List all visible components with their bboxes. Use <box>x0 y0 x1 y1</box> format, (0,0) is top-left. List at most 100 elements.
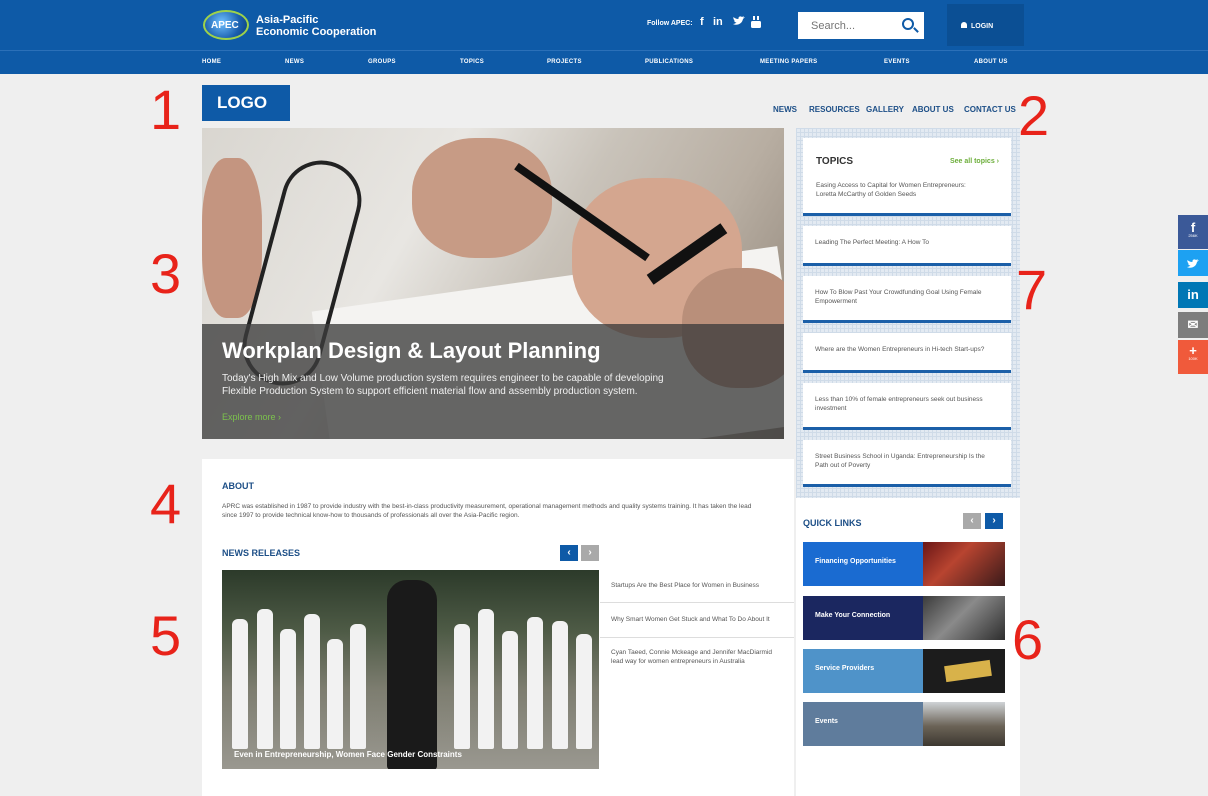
twitter-icon[interactable] <box>733 16 745 29</box>
photo-person <box>280 629 296 749</box>
quick-link-events[interactable]: Events <box>803 702 1005 746</box>
photo-person <box>576 634 592 749</box>
apec-logo[interactable]: APEC <box>203 10 249 40</box>
user-icon <box>961 22 967 28</box>
nav-groups[interactable]: GROUPS <box>368 59 396 65</box>
nav-meeting-papers[interactable]: MEETING PAPERS <box>760 59 817 65</box>
share-more-button[interactable]: + 100K <box>1178 340 1208 374</box>
share-linkedin-button[interactable]: in <box>1178 282 1208 308</box>
quick-link-connection[interactable]: Make Your Connection <box>803 596 1005 640</box>
share-email-button[interactable]: ✉ <box>1178 312 1208 338</box>
news-item[interactable]: Startups Are the Best Place for Women in… <box>611 581 786 590</box>
photo-person <box>552 621 568 749</box>
topic-item-label: Where are the Women Entrepreneurs in Hi-… <box>815 346 985 353</box>
quick-links-title: QUICK LINKS <box>803 518 862 528</box>
main-nav: HOME NEWS GROUPS TOPICS PROJECTS PUBLICA… <box>0 50 1208 74</box>
youtube-icon[interactable] <box>751 16 761 31</box>
subnav-gallery[interactable]: GALLERY <box>866 105 904 114</box>
hero-banner[interactable]: Workplan Design & Layout Planning Today'… <box>202 128 784 439</box>
twitter-icon <box>1187 259 1199 268</box>
quick-link-image <box>923 542 1005 586</box>
topic-item[interactable]: How To Blow Past Your Crowdfunding Goal … <box>803 276 1011 323</box>
topic-item-label: Leading The Perfect Meeting: A How To <box>815 239 929 246</box>
topic-item-label: How To Blow Past Your Crowdfunding Goal … <box>815 289 982 305</box>
hero-image-hand <box>412 138 552 258</box>
annotation-number: 4 <box>150 472 182 535</box>
org-name-line2: Economic Cooperation <box>256 26 377 38</box>
nav-home[interactable]: HOME <box>202 59 221 65</box>
photo-person <box>327 639 343 749</box>
photo-person <box>454 624 470 749</box>
login-label: LOGIN <box>971 23 994 30</box>
hero-title: Workplan Design & Layout Planning <box>222 338 601 363</box>
annotation-number: 6 <box>1012 608 1044 671</box>
photo-person <box>527 617 543 749</box>
news-item[interactable]: Cyan Taeed, Connie Mckeage and Jennifer … <box>611 648 786 666</box>
follow-label: Follow APEC: <box>647 20 693 27</box>
topic-item[interactable]: Easing Access to Capital for Women Entre… <box>816 181 976 199</box>
nav-topics[interactable]: TOPICS <box>460 59 484 65</box>
search-input[interactable] <box>798 12 898 39</box>
news-image-caption: Even in Entrepreneurship, Women Face Gen… <box>234 750 462 759</box>
share-twitter-button[interactable] <box>1178 250 1208 276</box>
quick-link-image <box>923 596 1005 640</box>
news-next-button[interactable]: › <box>581 545 599 561</box>
linkedin-icon[interactable]: in <box>713 16 723 28</box>
hero-image-hand <box>202 158 262 318</box>
search-box[interactable] <box>798 12 924 39</box>
topic-item-label: Less than 10% of female entrepreneurs se… <box>815 396 983 412</box>
apec-logo-text: APEC <box>211 20 239 31</box>
news-item[interactable]: Why Smart Women Get Stuck and What To Do… <box>611 615 786 624</box>
quick-link-image <box>923 649 1005 693</box>
photo-person <box>232 619 248 749</box>
quick-link-label: Service Providers <box>803 649 923 693</box>
quick-link-service-providers[interactable]: Service Providers <box>803 649 1005 693</box>
topics-card: TOPICS See all topics › Easing Access to… <box>803 138 1011 216</box>
topic-item[interactable]: Leading The Perfect Meeting: A How To <box>803 226 1011 266</box>
annotation-number: 5 <box>150 604 182 667</box>
search-icon[interactable] <box>902 18 914 30</box>
topic-item[interactable]: Less than 10% of female entrepreneurs se… <box>803 383 1011 430</box>
email-icon: ✉ <box>1187 317 1199 332</box>
quick-links-prev-button[interactable]: ‹ <box>963 513 981 529</box>
nav-events[interactable]: EVENTS <box>884 59 910 65</box>
facebook-icon[interactable]: f <box>700 16 704 28</box>
quick-link-financing[interactable]: Financing Opportunities <box>803 542 1005 586</box>
linkedin-icon: in <box>1187 287 1199 302</box>
annotation-number: 2 <box>1018 84 1050 147</box>
hero-text: Today's High Mix and Low Volume producti… <box>222 373 664 397</box>
see-all-topics-link[interactable]: See all topics › <box>950 158 999 165</box>
site-logo[interactable]: LOGO <box>202 85 290 121</box>
subnav-contact-us[interactable]: CONTACT US <box>964 105 1016 114</box>
subnav-resources[interactable]: RESOURCES <box>809 105 860 114</box>
nav-news[interactable]: NEWS <box>285 59 304 65</box>
nav-publications[interactable]: PUBLICATIONS <box>645 59 693 65</box>
topic-item[interactable]: Street Business School in Uganda: Entrep… <box>803 440 1011 487</box>
news-feature-image[interactable]: Even in Entrepreneurship, Women Face Gen… <box>222 570 599 769</box>
topic-item-label: Street Business School in Uganda: Entrep… <box>815 453 985 469</box>
annotation-number: 1 <box>150 78 182 141</box>
quick-link-label: Make Your Connection <box>803 596 923 640</box>
nav-projects[interactable]: PROJECTS <box>547 59 582 65</box>
news-prev-button[interactable]: ‹ <box>560 545 578 561</box>
share-count: 256K <box>1188 233 1198 238</box>
subnav-about-us[interactable]: ABOUT US <box>912 105 954 114</box>
share-count: 100K <box>1188 356 1198 361</box>
org-name[interactable]: Asia-Pacific Economic Cooperation <box>256 14 376 38</box>
hero-explore-link[interactable]: Explore more › <box>222 412 281 422</box>
quick-links-next-button[interactable]: › <box>985 513 1003 529</box>
photo-person <box>478 609 494 749</box>
top-header: APEC Asia-Pacific Economic Cooperation F… <box>0 0 1208 74</box>
login-button[interactable]: LOGIN <box>947 4 1024 46</box>
annotation-number: 3 <box>150 242 182 305</box>
quick-link-label: Financing Opportunities <box>803 542 923 586</box>
subnav-news[interactable]: NEWS <box>773 105 797 114</box>
photo-person <box>257 609 273 749</box>
topic-item[interactable]: Where are the Women Entrepreneurs in Hi-… <box>803 333 1011 373</box>
about-title: ABOUT <box>222 481 254 491</box>
divider <box>600 637 794 638</box>
nav-about-us[interactable]: ABOUT US <box>974 59 1008 65</box>
share-facebook-button[interactable]: f 256K <box>1178 215 1208 249</box>
photo-person <box>350 624 366 749</box>
photo-person <box>502 631 518 749</box>
